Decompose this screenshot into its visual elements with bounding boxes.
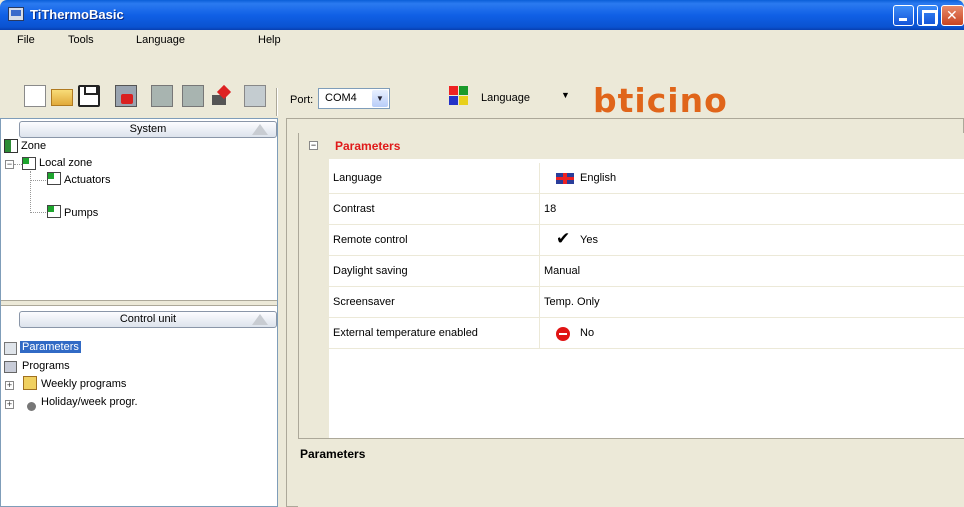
param-value: Temp. Only — [544, 296, 600, 308]
tree-item-weekly-programs[interactable]: Weekly programs — [41, 378, 126, 390]
pumps-icon — [47, 205, 61, 218]
brand-logo: bticino — [593, 81, 728, 120]
menu-file[interactable]: File — [17, 34, 35, 46]
chevron-down-icon[interactable]: ▼ — [372, 90, 388, 107]
param-row-remote-control[interactable]: Remote control ✔ Yes — [329, 225, 964, 256]
param-name: External temperature enabled — [333, 327, 478, 339]
app-icon — [8, 7, 24, 21]
category-title: Parameters — [335, 139, 401, 153]
param-value: No — [580, 327, 595, 339]
tree-item-pumps[interactable]: Pumps — [64, 207, 98, 219]
tree-item-holiday-programs[interactable]: Holiday/week progr. — [41, 396, 138, 408]
collapse-arrow-icon[interactable] — [252, 124, 268, 135]
panel-splitter[interactable] — [1, 300, 277, 306]
description-panel: Parameters — [298, 438, 964, 507]
expand-toggle-icon[interactable]: − — [5, 160, 14, 169]
tree-item-programs[interactable]: Programs — [22, 360, 70, 372]
weekly-programs-icon — [23, 376, 37, 390]
param-value: 18 — [544, 203, 557, 215]
language-dropdown-icon[interactable]: ▼ — [561, 90, 570, 100]
toolbar-separator — [276, 88, 278, 116]
tree-item-parameters[interactable]: Parameters — [20, 341, 81, 353]
param-value: Yes — [580, 234, 598, 246]
param-row-external-temperature[interactable]: External temperature enabled No — [329, 318, 964, 349]
receive-icon[interactable] — [151, 85, 173, 107]
zone-icon — [4, 139, 18, 153]
description-title: Parameters — [300, 447, 366, 461]
param-value: English — [580, 172, 617, 184]
new-file-icon[interactable] — [24, 85, 46, 107]
port-value: COM4 — [325, 92, 357, 104]
category-row[interactable]: − Parameters — [299, 133, 964, 159]
expand-toggle-icon[interactable]: + — [5, 400, 14, 409]
menu-help[interactable]: Help — [258, 34, 281, 46]
title-bar: TiThermoBasic — [0, 0, 964, 30]
delete-icon[interactable] — [115, 85, 137, 107]
param-row-language[interactable]: Language English — [329, 163, 964, 194]
system-panel-header[interactable]: System — [19, 121, 277, 138]
menu-tools[interactable]: Tools — [68, 34, 94, 46]
send-icon[interactable] — [182, 85, 204, 107]
holiday-programs-icon — [27, 402, 36, 411]
maximize-button[interactable] — [917, 5, 938, 26]
param-row-screensaver[interactable]: Screensaver Temp. Only — [329, 287, 964, 318]
parameters-icon — [4, 342, 17, 355]
param-value: Manual — [544, 265, 581, 277]
report-icon[interactable] — [244, 85, 266, 107]
control-panel-header[interactable]: Control unit — [19, 311, 277, 328]
configure-icon[interactable] — [210, 85, 232, 107]
open-folder-icon[interactable] — [51, 89, 73, 106]
menu-language[interactable]: Language — [136, 34, 185, 46]
port-select[interactable]: COM4 ▼ — [318, 88, 390, 109]
system-panel-title: System — [129, 123, 167, 135]
minimize-button[interactable] — [893, 5, 914, 26]
actuators-icon — [47, 172, 61, 185]
param-name: Contrast — [333, 203, 375, 215]
menu-bar: File Tools Language Help — [0, 30, 964, 52]
port-label: Port: — [290, 94, 314, 106]
window-title: TiThermoBasic — [30, 7, 124, 22]
no-entry-icon — [556, 327, 570, 341]
save-icon[interactable] — [78, 85, 100, 107]
programs-icon — [4, 361, 17, 373]
param-name: Language — [333, 172, 382, 184]
param-name: Daylight saving — [333, 265, 408, 277]
collapse-category-icon[interactable]: − — [309, 141, 318, 150]
toolbar: Port: COM4 ▼ Language ▼ bticino — [0, 52, 964, 120]
local-zone-icon — [22, 157, 36, 170]
param-name: Screensaver — [333, 296, 395, 308]
param-name: Remote control — [333, 234, 408, 246]
check-icon: ✔ — [556, 229, 571, 248]
expand-toggle-icon[interactable]: + — [5, 381, 14, 390]
uk-flag-icon — [556, 173, 574, 184]
collapse-arrow-icon[interactable] — [252, 314, 268, 325]
property-grid: − Parameters Language English Contrast 1… — [298, 133, 964, 438]
language-flag-icon[interactable] — [449, 86, 469, 106]
param-row-daylight-saving[interactable]: Daylight saving Manual — [329, 256, 964, 287]
tree-item-zone[interactable]: Zone — [21, 140, 46, 152]
close-button[interactable] — [941, 5, 964, 26]
param-row-contrast[interactable]: Contrast 18 — [329, 194, 964, 225]
control-panel-title: Control unit — [119, 313, 177, 325]
tree-item-local-zone[interactable]: Local zone — [39, 157, 92, 169]
left-panel: System Zone − Local zone Actuators Pumps… — [0, 118, 278, 507]
language-button[interactable]: Language — [481, 92, 530, 104]
tree-item-actuators[interactable]: Actuators — [64, 174, 110, 186]
